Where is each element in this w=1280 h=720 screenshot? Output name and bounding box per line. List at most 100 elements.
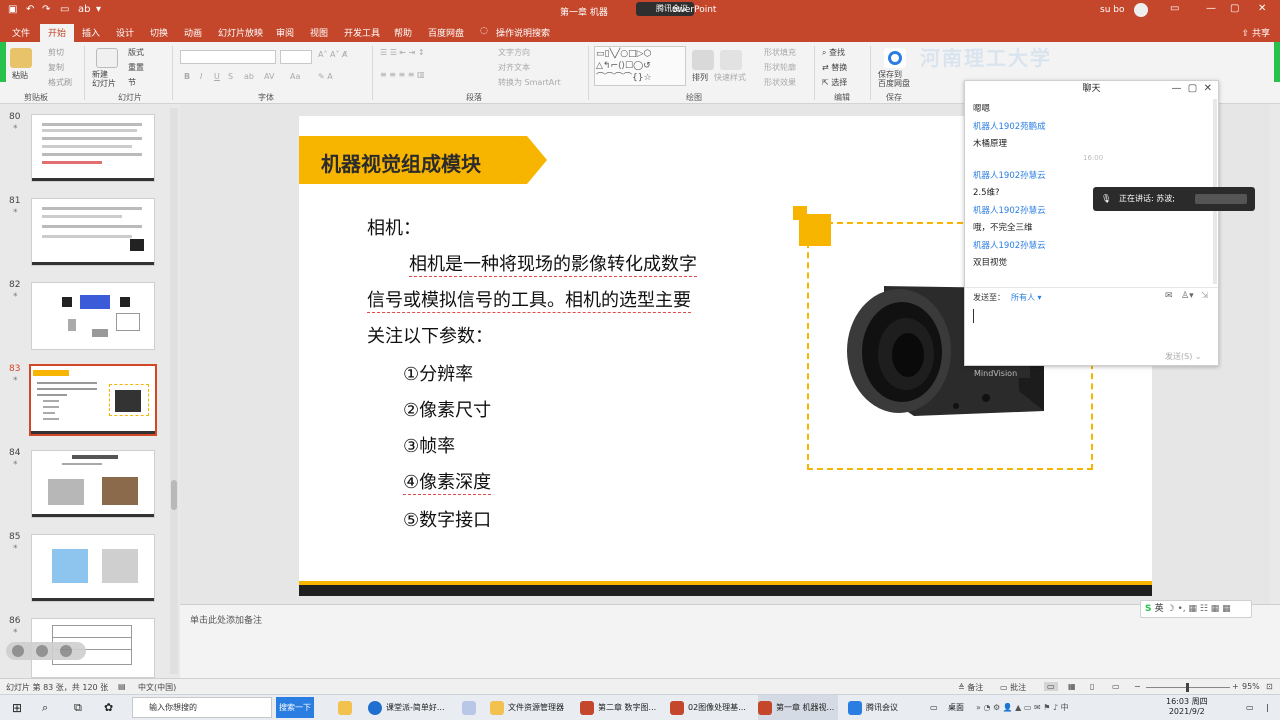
quick-styles-button[interactable]: 快速样式: [714, 72, 746, 83]
tab-review[interactable]: 审阅: [276, 26, 294, 39]
slide-thumbnail[interactable]: [31, 282, 155, 350]
notes-toggle[interactable]: ≜ 备注: [958, 682, 983, 693]
param-item[interactable]: ④像素深度: [403, 468, 492, 495]
strikethrough-icon[interactable]: ab: [244, 72, 254, 81]
underline-icon[interactable]: U: [214, 72, 220, 81]
shape-outline-button[interactable]: 形状轮廓: [764, 62, 796, 73]
taskbar-app-active[interactable]: 第一章 机器视...: [758, 695, 839, 720]
reading-view-icon[interactable]: ▯: [1090, 682, 1094, 691]
tab-view[interactable]: 视图: [310, 26, 328, 39]
participants-icon[interactable]: [60, 645, 72, 657]
task-view-icon[interactable]: ⧉: [74, 695, 82, 720]
tray-icons[interactable]: » ◔ ⚙ 👤 ▲ ▭ ✉ ⚑ ♪ 中: [976, 695, 1069, 720]
format-painter-button[interactable]: 格式刷: [48, 77, 72, 88]
param-item[interactable]: ⑤数字接口: [403, 506, 491, 532]
mic-icon[interactable]: [12, 645, 24, 657]
slide-title[interactable]: 机器视觉组成模块: [321, 148, 481, 177]
mention-icon[interactable]: ♙▾: [1181, 291, 1194, 301]
notes-placeholder[interactable]: 单击此处添加备注: [190, 613, 262, 626]
paste-button[interactable]: 粘贴: [12, 70, 28, 81]
bold-icon[interactable]: B: [184, 72, 190, 81]
app-icon[interactable]: ✿: [104, 695, 113, 720]
slide-thumbnail-active[interactable]: [29, 364, 157, 436]
chat-sender[interactable]: 机器人1902苑鹏成: [973, 120, 1046, 132]
send-button[interactable]: 发送(S) ⌄: [1165, 351, 1202, 362]
slideshow-icon[interactable]: ▭: [1112, 682, 1120, 691]
slide-thumbnail[interactable]: [31, 450, 155, 518]
save-icon[interactable]: ▣: [8, 4, 17, 15]
baidu-cloud-icon[interactable]: [884, 48, 906, 68]
taskbar-search-button[interactable]: 搜索一下: [276, 697, 314, 718]
new-slide-button[interactable]: 新建 幻灯片: [92, 70, 116, 88]
ime-language[interactable]: 英: [1155, 604, 1164, 614]
comments-toggle[interactable]: ▭ 批注: [1000, 682, 1026, 693]
tab-file[interactable]: 文件: [12, 26, 30, 39]
taskbar-app[interactable]: 02图像处理基...: [670, 695, 746, 720]
tab-insert[interactable]: 插入: [82, 26, 100, 39]
notes-pane[interactable]: 单击此处添加备注: [180, 604, 1280, 678]
section-button[interactable]: 节: [128, 77, 136, 88]
ime-toolbar[interactable]: S 英 ☽ •, ▦ ☷ ▦ ▦: [1140, 600, 1252, 618]
bullets-icon[interactable]: ☰ ☰ ⇤ ⇥ ↕: [380, 48, 425, 57]
arrange-icon[interactable]: [692, 50, 714, 70]
body-line-3[interactable]: 关注以下参数：: [367, 322, 493, 348]
font-family-select[interactable]: [180, 50, 276, 64]
taskbar-app[interactable]: 腾讯会议: [848, 695, 898, 720]
editor-scrollbar[interactable]: [1270, 104, 1280, 604]
user-name[interactable]: su bo: [1100, 5, 1124, 15]
case-icon[interactable]: Aa: [290, 72, 300, 81]
desktop-toggle-icon[interactable]: ▭: [930, 695, 938, 720]
reset-button[interactable]: 重置: [128, 62, 144, 73]
chat-input[interactable]: [971, 305, 1211, 345]
thumbnail-scrollbar-thumb[interactable]: [171, 480, 177, 510]
select-button[interactable]: ⇱ 选择: [822, 77, 847, 88]
maximize-icon[interactable]: ▢: [1230, 3, 1239, 14]
minimize-icon[interactable]: —: [1206, 3, 1216, 14]
shape-fill-button[interactable]: 形状填充: [764, 47, 796, 58]
param-item[interactable]: ③帧率: [403, 432, 455, 458]
chat-sender[interactable]: 机器人1902孙慧云: [973, 239, 1046, 251]
tab-design[interactable]: 设计: [116, 26, 134, 39]
taskbar-search-input[interactable]: 输入你想搜的: [132, 697, 272, 718]
align-icons[interactable]: ≡ ≡ ≡ ≡ ▥: [380, 70, 425, 79]
thumbnail-scrollbar[interactable]: [170, 108, 178, 674]
tab-slideshow[interactable]: 幻灯片放映: [218, 26, 263, 39]
highlight-icon[interactable]: ✎ A: [318, 72, 333, 81]
start-slideshow-icon[interactable]: ▭: [60, 4, 69, 15]
taskbar-app[interactable]: 课堂派-简单好...: [368, 695, 445, 720]
shadow-icon[interactable]: S: [228, 72, 233, 81]
camera-icon[interactable]: [36, 645, 48, 657]
slide-thumbnail[interactable]: [31, 534, 155, 602]
body-line-1[interactable]: 相机是一种将现场的影像转化成数字: [409, 250, 697, 277]
ribbon-display-icon[interactable]: ▭: [1170, 3, 1179, 14]
redo-icon[interactable]: ↷: [42, 4, 50, 15]
spacing-icon[interactable]: AV: [264, 72, 274, 81]
camera-heading[interactable]: 相机：: [367, 214, 421, 240]
zoom-level[interactable]: 95%: [1242, 682, 1260, 691]
chat-sender[interactable]: 机器人1902孙慧云: [973, 169, 1046, 181]
normal-view-icon[interactable]: ▭: [1044, 682, 1058, 691]
tab-help[interactable]: 帮助: [394, 26, 412, 39]
shapes-gallery[interactable]: ▭▯╲╱○□▷⬡ △↰⌐⟨⟩☐◯↺ ⌒⌒⌒⌒{}☆: [594, 46, 686, 86]
slide-thumbnail[interactable]: [31, 198, 155, 266]
copy-button[interactable]: 复制: [48, 62, 64, 73]
italic-icon[interactable]: I: [200, 72, 202, 81]
chat-window-controls[interactable]: — ▢ ✕: [1171, 83, 1212, 94]
undo-icon[interactable]: ↶: [26, 4, 34, 15]
tab-baidu[interactable]: 百度网盘: [428, 26, 464, 39]
chat-sender[interactable]: 机器人1902孙慧云: [973, 204, 1046, 216]
tab-home[interactable]: 开始: [40, 24, 75, 42]
replace-button[interactable]: ⇄ 替换: [822, 62, 847, 73]
chat-panel[interactable]: 聊天 — ▢ ✕ 嗯嗯 机器人1902苑鹏成 木桶原理 16:00 机器人190…: [964, 80, 1219, 366]
file-explorer-pin-icon[interactable]: [338, 695, 356, 720]
body-line-2[interactable]: 信号或模拟信号的工具。相机的选型主要: [367, 286, 691, 313]
meeting-float-widget[interactable]: [6, 642, 86, 660]
slide-thumbnail[interactable]: [31, 114, 155, 182]
find-button[interactable]: ⌕ 查找: [822, 47, 845, 58]
ime-tools-icon[interactable]: ☽ •, ▦ ☷ ▦ ▦: [1167, 604, 1231, 614]
clock[interactable]: 16:03 周四 2021/9/2: [1166, 697, 1208, 717]
show-desktop-icon[interactable]: |: [1266, 695, 1269, 720]
save-to-baidu-button[interactable]: 保存到 百度网盘: [878, 70, 910, 88]
expand-icon[interactable]: ⇲: [1201, 291, 1209, 301]
slide-counter[interactable]: 幻灯片 第 83 张，共 120 张: [6, 682, 108, 693]
